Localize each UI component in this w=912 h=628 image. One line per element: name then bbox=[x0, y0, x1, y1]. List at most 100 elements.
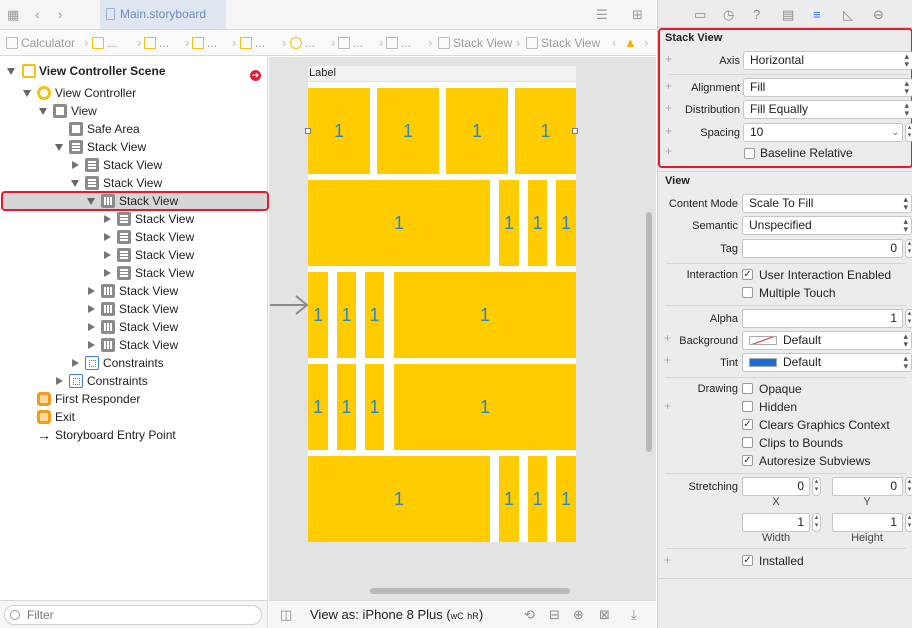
button-cell[interactable]: 1 bbox=[308, 180, 490, 266]
installed-checkbox[interactable]: ✓ bbox=[742, 555, 753, 566]
baseline-relative-checkbox[interactable] bbox=[744, 148, 755, 159]
disclosure-triangle-icon[interactable] bbox=[56, 377, 63, 385]
disclosure-triangle-icon[interactable] bbox=[104, 233, 111, 241]
connections-inspector-icon[interactable]: ⊖ bbox=[873, 7, 884, 23]
opaque-checkbox[interactable] bbox=[742, 383, 753, 394]
stretch-height-field[interactable]: 1 bbox=[832, 513, 903, 532]
identity-inspector-icon[interactable]: ▤ bbox=[782, 7, 794, 23]
button-cell[interactable]: 1 bbox=[499, 456, 519, 542]
semantic-select[interactable]: Unspecified ▴ ▾ bbox=[742, 216, 912, 235]
button-cell[interactable]: 1 bbox=[556, 456, 576, 542]
filter-input[interactable] bbox=[4, 605, 262, 625]
user-interaction-checkbox[interactable]: ✓ bbox=[742, 269, 753, 280]
attributes-inspector-icon[interactable]: ≡ bbox=[813, 7, 821, 22]
button-cell[interactable]: 1 bbox=[394, 364, 576, 450]
device-frame[interactable]: Label 1 1 1 1 1 1 1 1 1 1 1 1 1 1 1 1 1 … bbox=[308, 66, 576, 542]
stretch-height-stepper[interactable]: ▴ ▾ bbox=[905, 513, 912, 532]
button-cell[interactable]: 1 bbox=[446, 88, 508, 174]
align-icon[interactable]: ⊟ bbox=[549, 607, 560, 623]
size-inspector-icon[interactable]: ◺ bbox=[843, 7, 853, 23]
clips-to-bounds-checkbox[interactable] bbox=[742, 437, 753, 448]
disclosure-triangle-icon[interactable] bbox=[88, 305, 95, 313]
tag-stepper[interactable]: ▴ ▾ bbox=[905, 239, 912, 258]
button-cell[interactable]: 1 bbox=[365, 364, 384, 450]
button-cell[interactable]: 1 bbox=[365, 272, 384, 358]
file-inspector-icon[interactable]: ▭ bbox=[694, 7, 706, 23]
button-cell[interactable]: 1 bbox=[377, 88, 439, 174]
disclosure-triangle-icon[interactable] bbox=[88, 287, 95, 295]
stretch-y-stepper[interactable]: ▴ ▾ bbox=[905, 477, 912, 496]
disclosure-triangle-icon[interactable] bbox=[88, 341, 95, 349]
breadcrumb-item-file[interactable]: ... bbox=[144, 36, 169, 50]
autoresize-checkbox[interactable]: ✓ bbox=[742, 455, 753, 466]
button-cell[interactable]: 1 bbox=[394, 272, 576, 358]
resize-handle[interactable] bbox=[572, 128, 578, 134]
tint-color-select[interactable]: Default ▴ ▾ bbox=[742, 353, 912, 372]
alpha-field[interactable]: 1 bbox=[742, 309, 903, 328]
disclosure-triangle-icon[interactable] bbox=[55, 144, 63, 151]
resize-handle[interactable] bbox=[305, 128, 311, 134]
disclosure-triangle-icon[interactable] bbox=[104, 269, 111, 277]
update-frames-icon[interactable]: ⟲ bbox=[524, 607, 535, 623]
alpha-stepper[interactable]: ▴ ▾ bbox=[905, 309, 912, 328]
breadcrumb-item-view[interactable]: ... bbox=[338, 36, 363, 50]
spacing-stepper[interactable]: ▴ ▾ bbox=[905, 123, 912, 142]
disclosure-triangle-icon[interactable] bbox=[72, 359, 79, 367]
button-cell[interactable]: 1 bbox=[528, 456, 547, 542]
stretch-y-field[interactable]: 0 bbox=[832, 477, 903, 496]
multiple-touch-checkbox[interactable] bbox=[742, 287, 753, 298]
button-cell[interactable]: 1 bbox=[515, 88, 576, 174]
clears-graphics-checkbox[interactable]: ✓ bbox=[742, 419, 753, 430]
breadcrumb-item-stack-view-1[interactable]: Stack View bbox=[438, 36, 512, 50]
disclosure-triangle-icon[interactable] bbox=[23, 90, 31, 97]
error-badge-icon[interactable]: ➔ bbox=[250, 70, 261, 81]
stretch-width-stepper[interactable]: ▴ ▾ bbox=[812, 513, 821, 532]
add-variation-icon[interactable]: + bbox=[665, 144, 672, 158]
disclosure-triangle-icon[interactable] bbox=[104, 251, 111, 259]
back-arrow-icon[interactable]: ‹ bbox=[35, 8, 39, 22]
axis-select[interactable]: Horizontal ▴ ▾ bbox=[743, 51, 912, 70]
disclosure-triangle-icon[interactable] bbox=[71, 180, 79, 187]
add-editor-icon[interactable]: ⊞ bbox=[632, 8, 643, 22]
button-cell[interactable]: 1 bbox=[308, 272, 328, 358]
button-cell[interactable]: 1 bbox=[528, 180, 547, 266]
disclosure-triangle-icon[interactable] bbox=[7, 68, 15, 75]
stretch-x-stepper[interactable]: ▴ ▾ bbox=[812, 477, 821, 496]
button-cell[interactable]: 1 bbox=[308, 364, 328, 450]
content-mode-select[interactable]: Scale To Fill ▴ ▾ bbox=[742, 194, 912, 213]
background-color-select[interactable]: Default ▴ ▾ bbox=[742, 331, 912, 350]
button-cell[interactable]: 1 bbox=[308, 88, 370, 174]
disclosure-triangle-icon[interactable] bbox=[104, 215, 111, 223]
view-as-device[interactable]: View as: iPhone 8 Plus (wC hR) bbox=[310, 607, 483, 622]
breadcrumb-item-scene[interactable]: ... bbox=[240, 36, 265, 50]
breadcrumb-item-stack-view-2[interactable]: Stack View bbox=[526, 36, 600, 50]
disclosure-triangle-icon[interactable] bbox=[72, 161, 79, 169]
add-constraints-icon[interactable]: ⊕ bbox=[573, 607, 584, 623]
breadcrumb-item-stack[interactable]: ... bbox=[386, 36, 411, 50]
distribution-select[interactable]: Fill Equally ▴ ▾ bbox=[743, 100, 912, 119]
help-inspector-icon[interactable]: ? bbox=[753, 7, 760, 22]
button-cell[interactable]: 1 bbox=[337, 364, 356, 450]
hidden-checkbox[interactable] bbox=[742, 401, 753, 412]
add-variation-icon[interactable]: + bbox=[664, 553, 671, 567]
outline-item-view-controller-scene[interactable]: View Controller Scene ➔ bbox=[0, 62, 268, 81]
breadcrumb-item-storyboard[interactable]: ... bbox=[192, 36, 217, 50]
embed-in-icon[interactable]: ⤓ bbox=[631, 607, 637, 623]
tag-field[interactable]: 0 bbox=[742, 239, 903, 258]
related-items-icon[interactable]: ▦ bbox=[7, 8, 19, 22]
label-view[interactable]: Label bbox=[308, 66, 576, 82]
history-inspector-icon[interactable]: ◷ bbox=[723, 7, 734, 23]
vertical-scrollbar[interactable] bbox=[646, 212, 652, 452]
button-cell[interactable]: 1 bbox=[499, 180, 519, 266]
stretch-x-field[interactable]: 0 bbox=[742, 477, 810, 496]
button-cell[interactable]: 1 bbox=[556, 180, 576, 266]
breadcrumb-item-folder[interactable]: ... bbox=[92, 36, 117, 50]
disclosure-triangle-icon[interactable] bbox=[87, 198, 95, 205]
editor-options-icon[interactable]: ☰ bbox=[596, 8, 608, 22]
file-tab[interactable]: Main.storyboard bbox=[100, 0, 226, 29]
breadcrumb-item-project[interactable]: Calculator bbox=[6, 36, 75, 50]
spacing-combo[interactable]: 10 ⌄ bbox=[743, 123, 903, 142]
forward-arrow-icon[interactable]: › bbox=[58, 8, 62, 22]
disclosure-triangle-icon[interactable] bbox=[88, 323, 95, 331]
horizontal-scrollbar[interactable] bbox=[370, 588, 570, 594]
